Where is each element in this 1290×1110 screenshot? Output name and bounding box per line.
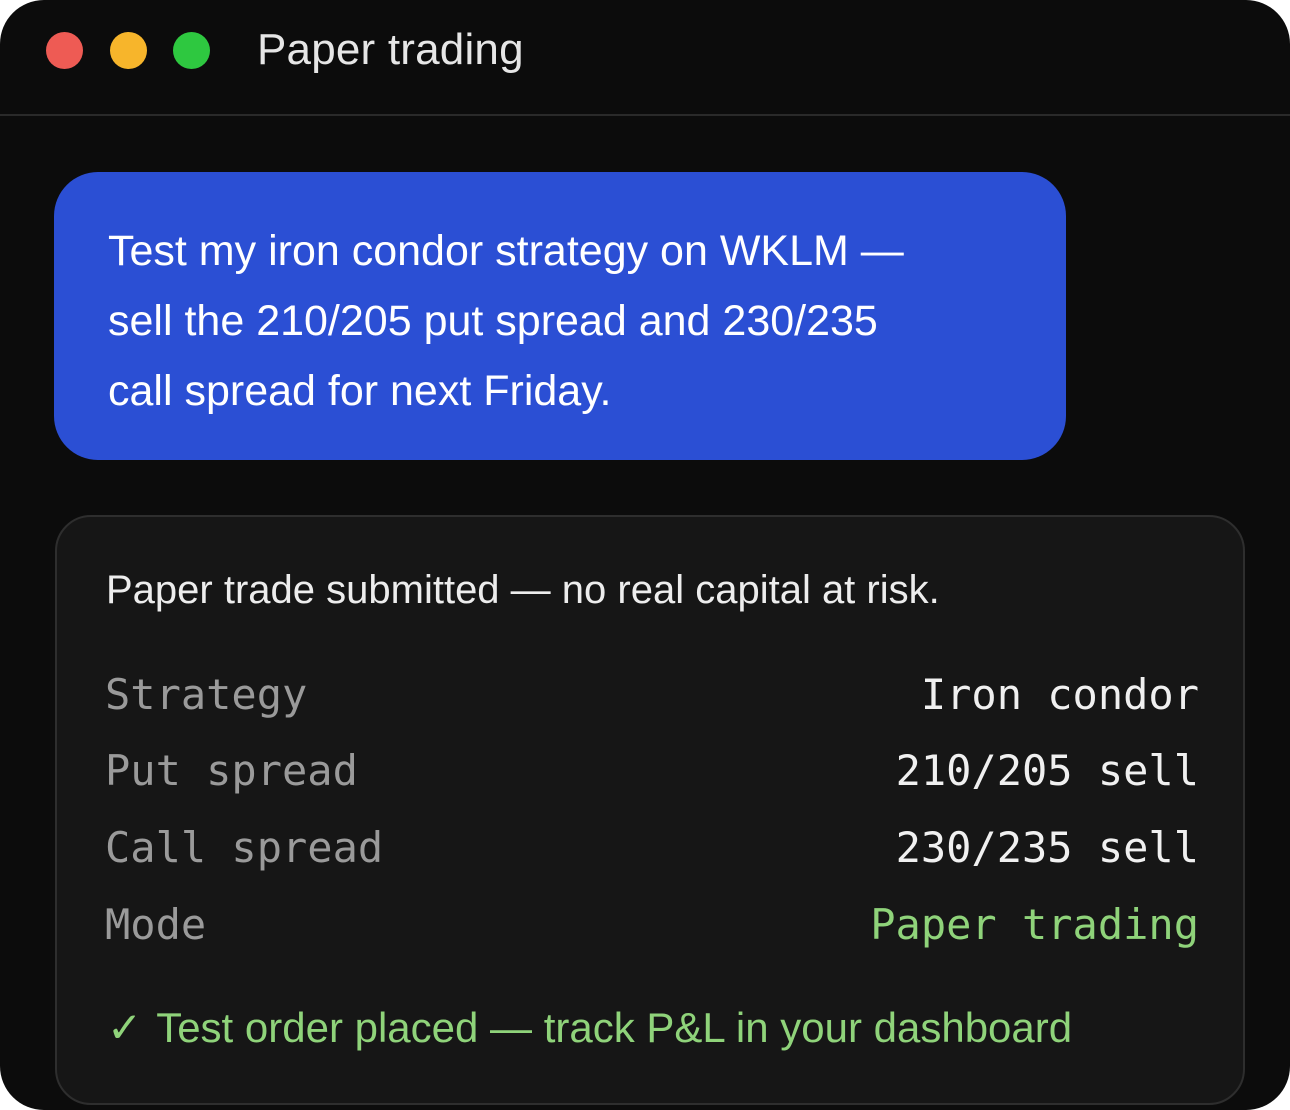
window-title: Paper trading — [257, 25, 524, 74]
detail-label: Strategy — [105, 670, 308, 719]
detail-value: 230/235 sell — [895, 823, 1199, 872]
detail-value: 210/205 sell — [895, 746, 1199, 795]
user-message-line: sell the 210/205 put spread and 230/235 — [108, 297, 878, 345]
close-window-button[interactable] — [46, 32, 83, 69]
mode-value: Paper trading — [870, 900, 1199, 949]
detail-row-mode: Mode Paper trading — [105, 897, 1199, 953]
user-message-line: call spread for next Friday. — [108, 367, 612, 415]
detail-label: Put spread — [105, 746, 358, 795]
zoom-window-button[interactable] — [173, 32, 210, 69]
detail-row-strategy: Strategy Iron condor — [105, 667, 1199, 723]
trade-result-card: Paper trade submitted — no real capital … — [55, 515, 1245, 1105]
minimize-window-button[interactable] — [110, 32, 147, 69]
user-message-line: Test my iron condor strategy on WKLM — — [108, 227, 904, 275]
detail-label: Call spread — [105, 823, 384, 872]
detail-value: Iron condor — [920, 670, 1199, 719]
detail-row-call-spread: Call spread 230/235 sell — [105, 820, 1199, 876]
app-window: Paper trading Test my iron condor strate… — [0, 0, 1290, 1110]
detail-label: Mode — [105, 900, 207, 949]
confirmation-text: Test order placed — track P&L in your da… — [156, 1004, 1073, 1051]
user-message-bubble: Test my iron condor strategy on WKLM — s… — [54, 172, 1066, 460]
checkmark-icon: ✓ — [107, 1004, 143, 1051]
confirmation-message: ✓ Test order placed — track P&L in your d… — [107, 1001, 1072, 1055]
result-headline: Paper trade submitted — no real capital … — [106, 568, 940, 612]
detail-row-put-spread: Put spread 210/205 sell — [105, 743, 1199, 799]
title-bar: Paper trading — [0, 0, 1290, 116]
